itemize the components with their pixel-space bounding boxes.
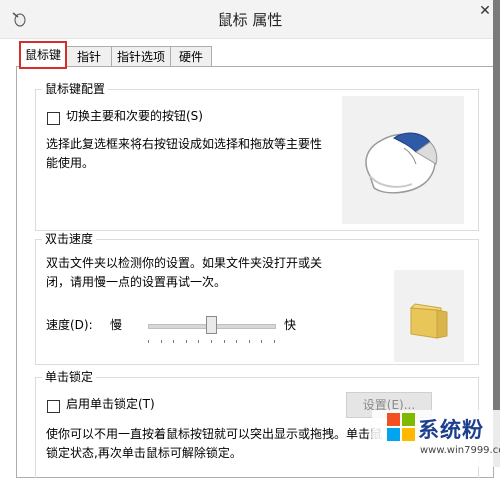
slider-tick	[261, 340, 263, 343]
slider-tick	[198, 340, 200, 343]
click-lock-checkbox[interactable]	[47, 400, 60, 413]
speed-label: 速度(D):	[46, 318, 93, 332]
window-title: 鼠标 属性	[217, 11, 283, 29]
double-click-description-line2: 闭，请用慢一点的设置再试一次。	[46, 275, 227, 289]
title-bar: 鼠标 属性 ✕	[0, 0, 500, 39]
click-lock-label[interactable]: 启用单击锁定(T)	[66, 395, 155, 414]
double-click-title: 双击速度	[42, 232, 97, 246]
click-lock-description-line1: 使你可以不用一直按着鼠标按钮就可以突出显示或拖拽。单击鼠	[46, 427, 383, 441]
fast-label: 快	[284, 318, 297, 332]
slow-label: 慢	[110, 318, 123, 332]
watermark-name: 系统粉	[418, 418, 484, 442]
click-lock-description-line2: 锁定状态,再次单击鼠标可解除锁定。	[46, 446, 242, 460]
mouse-icon	[356, 118, 452, 205]
slider-tick	[223, 340, 225, 343]
tab-pointers[interactable]: 指针	[66, 46, 112, 67]
swap-buttons-label[interactable]: 切换主要和次要的按钮(S)	[66, 107, 203, 126]
click-lock-title: 单击锁定	[42, 370, 97, 384]
slider-tick	[248, 340, 250, 343]
swap-description-line2: 能使用。	[46, 156, 95, 170]
watermark-url: www.win7999.com	[420, 445, 500, 456]
windows-logo-icon	[386, 412, 416, 442]
slider-tick	[185, 340, 187, 343]
slider-tick	[236, 340, 238, 343]
window-edge	[493, 0, 500, 467]
slider-tick	[274, 340, 275, 343]
double-click-group: 双击速度 双击文件夹以检测你的设置。如果文件夹没打开或关 闭，请用慢一点的设置再…	[35, 232, 479, 365]
slider-tick	[173, 340, 175, 343]
watermark: 系统粉 www.win7999.com	[372, 410, 500, 467]
mouse-preview	[342, 96, 464, 224]
speed-slider-thumb[interactable]	[206, 316, 217, 334]
folder-icon	[407, 298, 451, 343]
double-click-description-line1: 双击文件夹以检测你的设置。如果文件夹没打开或关	[46, 256, 323, 270]
double-click-test-area[interactable]	[394, 270, 464, 362]
slider-tick	[148, 340, 149, 343]
slider-tick	[211, 340, 212, 343]
slider-tick	[160, 340, 162, 343]
tab-hardware[interactable]: 硬件	[170, 46, 212, 67]
button-config-group: 鼠标键配置 切换主要和次要的按钮(S) 选择此复选框来将右按钮设成如选择和拖放等…	[35, 82, 479, 231]
swap-buttons-checkbox[interactable]	[47, 112, 60, 125]
tab-pointer-options[interactable]: 指针选项	[111, 46, 171, 67]
swap-description-line1: 选择此复选框来将右按钮设成如选择和拖放等主要性	[46, 137, 323, 151]
tab-buttons[interactable]: 鼠标键	[19, 41, 67, 69]
button-config-title: 鼠标键配置	[42, 82, 109, 96]
